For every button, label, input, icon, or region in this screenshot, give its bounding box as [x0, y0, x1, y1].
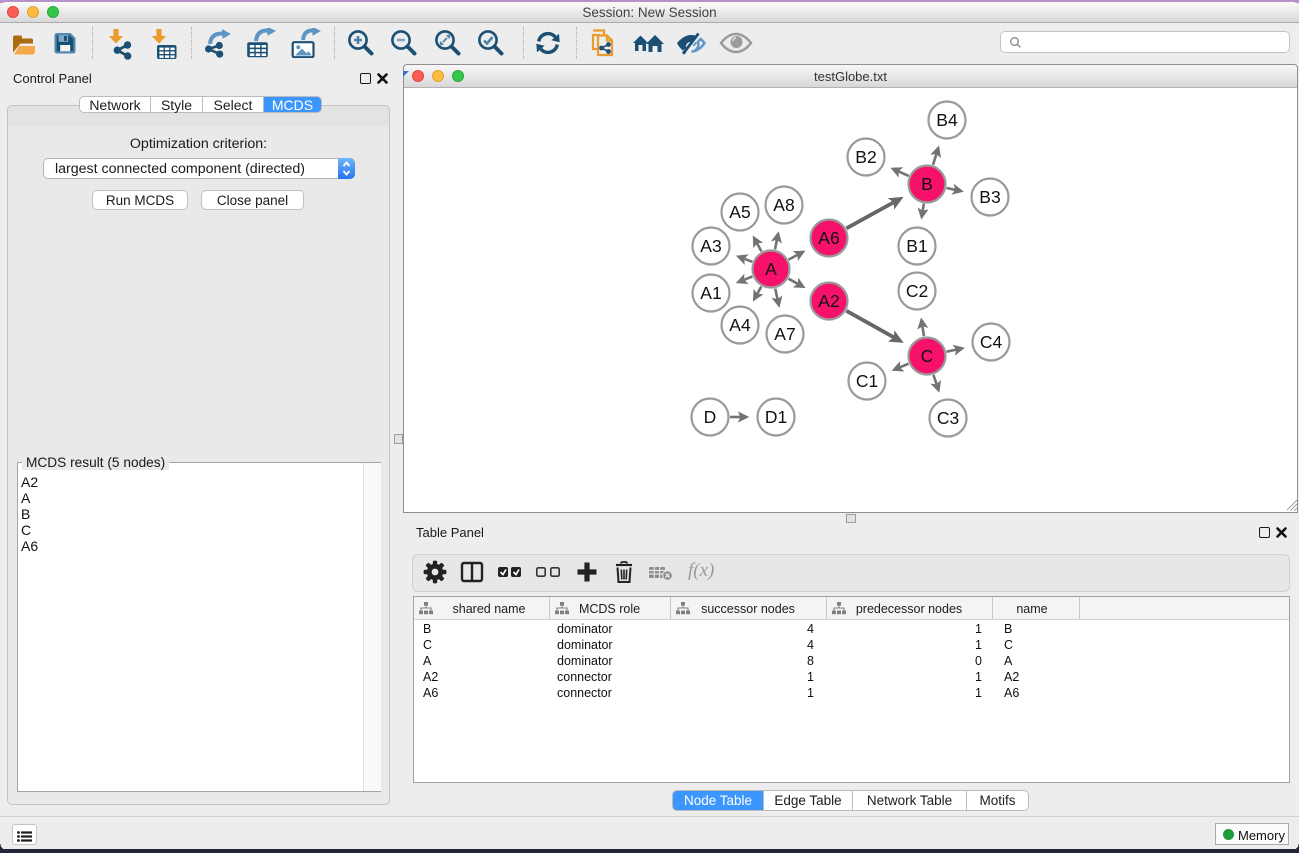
svg-text:C: C: [921, 346, 934, 366]
svg-text:A: A: [765, 259, 777, 279]
svg-text:B1: B1: [906, 236, 927, 256]
svg-text:D: D: [704, 407, 717, 427]
svg-text:C1: C1: [856, 371, 878, 391]
svg-text:C2: C2: [906, 281, 928, 301]
svg-text:C4: C4: [980, 332, 1003, 352]
svg-text:A6: A6: [818, 228, 839, 248]
svg-text:D1: D1: [765, 407, 787, 427]
svg-text:A7: A7: [774, 324, 795, 344]
svg-text:B2: B2: [855, 147, 876, 167]
svg-text:A2: A2: [818, 291, 839, 311]
svg-text:C3: C3: [937, 408, 959, 428]
svg-text:A3: A3: [700, 236, 721, 256]
svg-text:A1: A1: [700, 283, 721, 303]
svg-text:A4: A4: [729, 315, 751, 335]
svg-text:B: B: [921, 174, 933, 194]
svg-text:B3: B3: [979, 187, 1000, 207]
svg-text:B4: B4: [936, 110, 958, 130]
svg-text:A8: A8: [773, 195, 794, 215]
svg-text:A5: A5: [729, 202, 750, 222]
